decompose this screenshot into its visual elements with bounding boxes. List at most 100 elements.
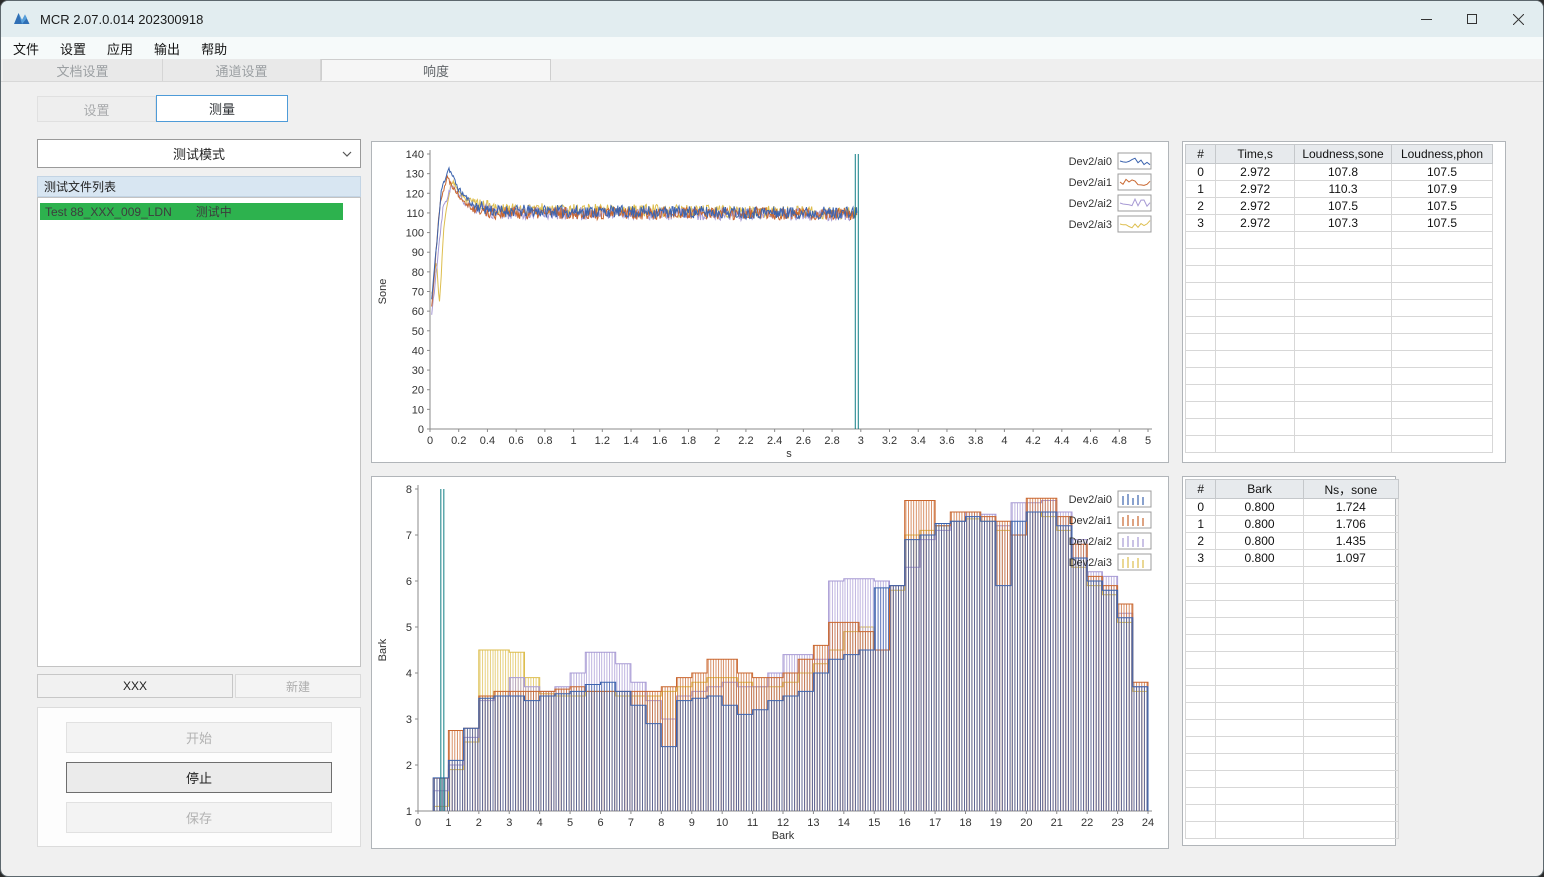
file-list-header: 测试文件列表: [37, 176, 361, 197]
svg-text:Bark: Bark: [772, 830, 795, 842]
window-controls: [1403, 1, 1541, 37]
svg-text:4.2: 4.2: [1025, 435, 1040, 447]
table-cell: [1302, 583, 1400, 601]
specific-loudness-chart[interactable]: 0 1 2 3 4 5 6 7 8 9 10 11 12 13 14 15 16 17 18 19 20 21 22 23 24…: [372, 477, 1168, 848]
table-cell: [1294, 316, 1392, 334]
column-header[interactable]: #: [1184, 144, 1217, 164]
list-item[interactable]: Test 88_XXX_009_LDN 测试中: [40, 203, 343, 220]
new-button[interactable]: 新建: [235, 674, 361, 698]
table-cell: [1294, 350, 1392, 368]
table-row[interactable]: 2 0.800 1.435: [1184, 532, 1400, 550]
table-row[interactable]: 3 2.972 107.3 107.5: [1184, 214, 1494, 232]
svg-text:4: 4: [406, 668, 412, 680]
column-header[interactable]: Loudness,sone: [1294, 144, 1392, 164]
table-row[interactable]: 0 0.800 1.724: [1184, 498, 1400, 516]
table-cell: 2: [1184, 197, 1217, 215]
svg-text:4: 4: [1001, 435, 1007, 447]
table-cell: [1215, 787, 1304, 805]
table-empty-row: [1184, 600, 1400, 618]
table-row[interactable]: 1 0.800 1.706: [1184, 515, 1400, 533]
table-cell: [1215, 583, 1304, 601]
table-empty-row: [1184, 367, 1494, 385]
table-cell: [1215, 600, 1304, 618]
table-empty-row: [1184, 651, 1400, 669]
svg-text:Dev2/ai0: Dev2/ai0: [1069, 494, 1112, 506]
maximize-button[interactable]: [1449, 1, 1495, 37]
bark-table: # Bark Ns，sone 0 0.800 1.724 1 0.800 1.706 2 0.800…: [1184, 479, 1400, 839]
svg-text:5: 5: [1145, 435, 1151, 447]
table-empty-row: [1184, 418, 1494, 436]
tab-channel-settings[interactable]: 通道设置: [163, 59, 321, 81]
table-row[interactable]: 2 2.972 107.5 107.5: [1184, 197, 1494, 215]
measure-control-groupbox: 开始 停止 保存: [37, 707, 361, 847]
column-header[interactable]: Ns，sone: [1302, 479, 1400, 499]
table-cell: [1302, 668, 1400, 686]
svg-text:90: 90: [412, 247, 424, 259]
menu-settings[interactable]: 设置: [52, 39, 94, 58]
subtab-settings[interactable]: 设置: [37, 96, 156, 122]
table-row[interactable]: 0 2.972 107.8 107.5: [1184, 163, 1494, 181]
table-cell: 1: [1184, 515, 1217, 533]
table-cell: 2.972: [1215, 214, 1296, 232]
table-cell: [1390, 265, 1494, 283]
table-cell: [1294, 282, 1392, 300]
table-cell: [1215, 753, 1304, 771]
column-header[interactable]: Bark: [1215, 479, 1304, 499]
svg-text:110: 110: [406, 208, 424, 220]
menu-apply[interactable]: 应用: [99, 39, 141, 58]
list-item-name: Test 88_XXX_009_LDN: [45, 204, 172, 219]
window-title: MCR 2.07.0.014 202300918: [40, 11, 204, 27]
svg-text:11: 11: [747, 817, 758, 829]
svg-text:1: 1: [571, 435, 577, 447]
start-button[interactable]: 开始: [66, 722, 332, 753]
table-cell: [1302, 702, 1400, 720]
svg-text:s: s: [786, 448, 792, 460]
menu-help[interactable]: 帮助: [193, 39, 235, 58]
save-button[interactable]: 保存: [66, 802, 332, 833]
table-cell: 3: [1184, 214, 1217, 232]
subtab-measure[interactable]: 测量: [156, 95, 288, 122]
table-cell: [1215, 736, 1304, 754]
table-cell: [1294, 248, 1392, 266]
menu-file[interactable]: 文件: [5, 39, 47, 58]
svg-text:3: 3: [858, 435, 864, 447]
loudness-table-panel: # Time,s Loudness,sone Loudness,phon 0 2.972 1…: [1182, 141, 1506, 463]
table-cell: [1390, 282, 1494, 300]
column-header[interactable]: Time,s: [1215, 144, 1296, 164]
table-cell: 2.972: [1215, 180, 1296, 198]
test-mode-dropdown[interactable]: 测试模式: [37, 139, 361, 168]
table-cell: 107.5: [1294, 197, 1392, 215]
menubar: 文件 设置 应用 输出 帮助: [1, 37, 1543, 59]
table-cell: [1302, 753, 1400, 771]
table-row[interactable]: 1 2.972 110.3 107.9: [1184, 180, 1494, 198]
svg-text:18: 18: [959, 817, 971, 829]
stop-button[interactable]: 停止: [66, 762, 332, 793]
xxx-button[interactable]: XXX: [37, 674, 233, 698]
table-cell: 1: [1184, 180, 1217, 198]
test-file-list[interactable]: Test 88_XXX_009_LDN 测试中: [37, 197, 361, 667]
column-header[interactable]: Loudness,phon: [1390, 144, 1494, 164]
table-cell: [1184, 787, 1217, 805]
chevron-down-icon: [342, 151, 352, 157]
table-cell: [1184, 333, 1217, 351]
table-cell: [1184, 685, 1217, 703]
svg-text:80: 80: [412, 267, 424, 279]
svg-text:4: 4: [537, 817, 543, 829]
table-cell: [1184, 770, 1217, 788]
table-cell: [1215, 231, 1296, 249]
loudness-time-chart[interactable]: 0 0.2 0.4 0.6 0.8 1 1.2 1.4 1.6 1.8 2 2.2 2.4 2.6 2.8 3…: [372, 142, 1168, 462]
svg-text:12: 12: [777, 817, 789, 829]
table-cell: [1390, 435, 1494, 453]
table-cell: 0.800: [1215, 532, 1304, 550]
table-cell: [1215, 316, 1296, 334]
tab-document-settings[interactable]: 文档设置: [3, 59, 163, 81]
close-button[interactable]: [1495, 1, 1541, 37]
menu-output[interactable]: 输出: [146, 39, 188, 58]
table-cell: [1215, 617, 1304, 635]
svg-text:Dev2/ai0: Dev2/ai0: [1069, 156, 1112, 168]
minimize-button[interactable]: [1403, 1, 1449, 37]
tab-loudness[interactable]: 响度: [321, 59, 551, 81]
table-row[interactable]: 3 0.800 1.097: [1184, 549, 1400, 567]
column-header[interactable]: #: [1184, 479, 1217, 499]
table-cell: [1294, 418, 1392, 436]
